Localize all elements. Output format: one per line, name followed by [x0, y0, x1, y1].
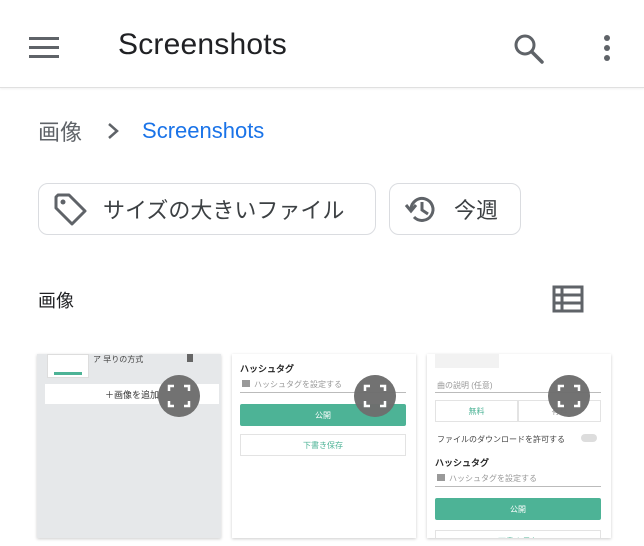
- filter-chip-this-week[interactable]: 今週: [389, 183, 521, 235]
- menu-icon[interactable]: [24, 30, 64, 64]
- screenshot-thumbnail-3[interactable]: 曲の説明 (任意) 無料 有料 ファイルのダウンロードを許可する ハッシュタグ …: [427, 354, 611, 538]
- chevron-right-icon: [108, 123, 119, 139]
- thumb-publish: 公開: [435, 498, 601, 520]
- thumb-desc: 曲の説明 (任意): [437, 381, 493, 390]
- more-vert-icon[interactable]: [592, 28, 622, 68]
- fullscreen-icon[interactable]: [158, 375, 200, 417]
- filter-chip-large-files[interactable]: サイズの大きいファイル: [38, 183, 376, 235]
- thumb-image-area: [435, 354, 499, 368]
- fullscreen-icon[interactable]: [354, 375, 396, 417]
- screenshot-thumbnail-2[interactable]: ハッシュタグ ハッシュタグを設定する 公開 下書き保存: [232, 354, 416, 538]
- breadcrumb-root[interactable]: 画像: [38, 115, 82, 147]
- breadcrumb: 画像 Screenshots: [38, 114, 264, 148]
- thumb-placeholder: ハッシュタグを設定する: [254, 380, 342, 389]
- thumb-draft: 下書き保存: [240, 434, 406, 456]
- thumb-draft: 下書き保存: [435, 530, 601, 538]
- search-icon[interactable]: [508, 28, 548, 68]
- thumb-text: ア 早りの方式: [93, 355, 144, 364]
- thumb-free: 無料: [435, 400, 518, 422]
- page-title: Screenshots: [118, 28, 287, 61]
- tag-icon: [54, 193, 87, 226]
- breadcrumb-current: Screenshots: [142, 118, 265, 143]
- thumb-download-label: ファイルのダウンロードを許可する: [437, 435, 565, 444]
- thumb-bar: [54, 372, 82, 375]
- section-label: 画像: [38, 291, 74, 311]
- thumb-card: [47, 354, 89, 378]
- thumb-underline: [435, 486, 601, 487]
- chip-label: サイズの大きいファイル: [103, 198, 345, 223]
- tag-icon: [437, 474, 445, 481]
- screenshot-thumbnail-1[interactable]: ア 早りの方式 ＋画像を追加: [37, 354, 221, 538]
- tag-icon: [242, 380, 250, 387]
- chip-label: 今週: [454, 198, 499, 223]
- history-icon: [404, 196, 435, 222]
- app-bar: Screenshots: [0, 0, 644, 88]
- thumb-toggle: [581, 434, 597, 442]
- list-view-icon[interactable]: [550, 282, 586, 316]
- trash-icon: [187, 354, 193, 362]
- thumb-placeholder: ハッシュタグを設定する: [449, 474, 537, 483]
- thumb-heading: ハッシュタグ: [240, 364, 295, 374]
- thumb-heading: ハッシュタグ: [435, 458, 490, 468]
- fullscreen-icon[interactable]: [548, 375, 590, 417]
